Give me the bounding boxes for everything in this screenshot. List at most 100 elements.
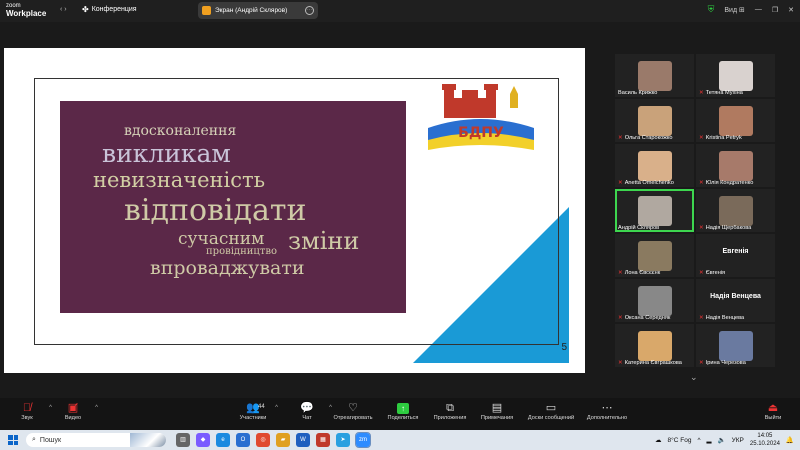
notes-button[interactable]: ▤ Примечания bbox=[470, 402, 524, 421]
date-text: 25.10.2024 bbox=[749, 441, 780, 447]
boards-button[interactable]: ▭ Доски сообщений bbox=[518, 402, 584, 421]
clock[interactable]: 14:05 25.10.2024 bbox=[750, 432, 780, 448]
participant-video bbox=[637, 286, 672, 316]
share-icon bbox=[202, 6, 211, 15]
participant-tile[interactable]: ✕ Оксана Середняк bbox=[615, 279, 694, 322]
mic-muted-icon: ✕ bbox=[699, 360, 704, 366]
conference-button[interactable]: ✤ Конференция bbox=[82, 5, 137, 14]
volume-icon[interactable]: 🔈 bbox=[718, 436, 726, 444]
screen-share-indicator[interactable]: Экран (Андрій Скляров) ··· bbox=[198, 2, 318, 19]
participant-name-text: Надія Венцева bbox=[705, 315, 745, 321]
mic-muted-icon: ✕ bbox=[699, 90, 704, 96]
more-button[interactable]: ⋯ Дополнительно bbox=[580, 402, 634, 421]
mic-muted-icon: ✕ bbox=[699, 135, 704, 141]
participant-tile[interactable]: ✕ Тетяна Мухіна bbox=[696, 54, 775, 97]
university-crest-logo: БДПУ bbox=[428, 84, 534, 150]
conference-label: Конференция bbox=[91, 6, 137, 13]
telegram-icon[interactable]: ➤ bbox=[336, 433, 350, 447]
chevron-left-icon[interactable]: ‹ › bbox=[60, 6, 67, 13]
participant-tile[interactable]: Андрій Скляров bbox=[615, 189, 694, 232]
taskbar-search[interactable]: ⌕ Пошук bbox=[26, 433, 166, 447]
participant-gallery: Василь Крижко ✕ Тетяна Мухіна ✕ Ольга Старок… bbox=[615, 54, 776, 370]
apps-label: Приложения bbox=[433, 415, 467, 421]
participant-tile[interactable]: ✕ Anetta Omelchenko bbox=[615, 144, 694, 187]
participant-video bbox=[718, 151, 753, 181]
caret-up-icon[interactable]: ^ bbox=[275, 405, 278, 411]
participant-name: ✕ Катерина Євграшкова bbox=[618, 360, 692, 366]
word: провідництво bbox=[206, 246, 278, 257]
shield-icon[interactable]: ⛨ bbox=[708, 4, 715, 15]
participant-name-text: Anetta Omelchenko bbox=[624, 180, 674, 186]
apps-button[interactable]: ⧉ Приложения bbox=[423, 402, 477, 421]
more-label: Дополнительно bbox=[586, 415, 628, 421]
language-indicator[interactable]: УКР bbox=[732, 437, 744, 444]
participant-tile[interactable]: ✕ Ірина Черезова bbox=[696, 324, 775, 367]
participants-button[interactable]: 👥 44 Участники ^ bbox=[226, 402, 280, 421]
restore-icon[interactable]: ❐ bbox=[772, 6, 778, 14]
participant-tile[interactable]: ✕ Ольга Старокожко bbox=[615, 99, 694, 142]
minimize-icon[interactable]: — bbox=[755, 6, 762, 13]
participant-tile[interactable]: Евгенія ✕ Євгенія bbox=[696, 234, 775, 277]
participants-label: Участники bbox=[239, 415, 267, 421]
window-controls: ⛨ Вид ⊞ — ❐ ✕ bbox=[708, 4, 794, 15]
participant-name: ✕ Євгенія bbox=[699, 270, 773, 276]
participant-name: ✕ Kristina Petryk bbox=[699, 135, 773, 141]
participant-video bbox=[718, 196, 753, 226]
tray-chevron-icon[interactable]: ^ bbox=[697, 437, 700, 444]
mic-muted-icon: ✕ bbox=[699, 225, 704, 231]
copilot-icon[interactable]: ◆ bbox=[196, 433, 210, 447]
participant-tile[interactable]: ✕ Kristina Petryk bbox=[696, 99, 775, 142]
weather-text[interactable]: 8°C Fog bbox=[668, 437, 692, 444]
windows-start-icon[interactable] bbox=[8, 435, 18, 445]
video-label: Видео bbox=[64, 415, 82, 421]
view-button[interactable]: Вид ⊞ bbox=[724, 6, 744, 14]
boards-label: Доски сообщений bbox=[527, 415, 575, 421]
participant-name: ✕ Оксана Середняк bbox=[618, 315, 692, 321]
participant-name: Андрій Скляров bbox=[618, 225, 692, 231]
share-arrow-icon: ↑ bbox=[397, 403, 409, 414]
participant-name: ✕ Лона Євсєєнк bbox=[618, 270, 692, 276]
zoom-taskbar-icon[interactable]: zm bbox=[355, 432, 371, 448]
word-icon[interactable]: W bbox=[296, 433, 310, 447]
participant-tile[interactable]: ✕ Надія Щербакова bbox=[696, 189, 775, 232]
folder-icon[interactable]: ▰ bbox=[276, 433, 290, 447]
participant-video bbox=[718, 106, 753, 136]
mic-muted-icon: ✕ bbox=[618, 180, 623, 186]
word: викликам bbox=[102, 139, 231, 168]
notification-icon[interactable]: 🔔 bbox=[786, 436, 794, 444]
more-icon[interactable]: ··· bbox=[305, 6, 314, 15]
word: вдосконалення bbox=[124, 123, 237, 139]
edge-icon[interactable]: e bbox=[216, 433, 230, 447]
outlook-icon[interactable]: O bbox=[236, 433, 250, 447]
react-button[interactable]: ♡ Отреагировать bbox=[326, 402, 380, 421]
store-icon[interactable]: ▦ bbox=[316, 433, 330, 447]
task-view-icon[interactable]: ▥ bbox=[176, 433, 190, 447]
close-icon[interactable]: ✕ bbox=[788, 6, 794, 14]
chevron-down-icon[interactable]: ⌄ bbox=[690, 372, 698, 383]
os-taskbar: ⌕ Пошук ▥ ◆ e O ◎ ▰ W ▦ ➤ zm ☁ 8°C Fog ^… bbox=[0, 430, 800, 450]
participant-name-text: Kristina Petryk bbox=[705, 135, 742, 141]
notes-label: Примечания bbox=[480, 415, 514, 421]
search-placeholder: Пошук bbox=[39, 436, 62, 444]
share-button[interactable]: ↑ Поделиться bbox=[376, 402, 430, 421]
video-button[interactable]: ▣̸ Видео ^ bbox=[46, 402, 100, 421]
meeting-toolbar: 🎙̸ Звук ^ ▣̸ Видео ^ 👥 44 Участники ^ 💬 … bbox=[0, 398, 800, 430]
participant-tile[interactable]: Василь Крижко bbox=[615, 54, 694, 97]
network-icon[interactable]: ▂ bbox=[707, 436, 712, 444]
participant-name-text: Ольга Старокожко bbox=[624, 135, 673, 141]
search-icon: ⌕ bbox=[32, 436, 36, 443]
participant-name: ✕ Anetta Omelchenko bbox=[618, 180, 692, 186]
participant-tile[interactable]: ✕ Лона Євсєєнк bbox=[615, 234, 694, 277]
mic-muted-icon: ✕ bbox=[699, 180, 704, 186]
participant-tile[interactable]: ✕ Юлія Кондратенко bbox=[696, 144, 775, 187]
chrome-icon[interactable]: ◎ bbox=[256, 433, 270, 447]
mic-muted-icon: ✕ bbox=[699, 315, 704, 321]
participant-tile[interactable]: ✕ Катерина Євграшкова bbox=[615, 324, 694, 367]
caret-up-icon[interactable]: ^ bbox=[95, 405, 98, 411]
leave-button[interactable]: ⏏ Выйти bbox=[748, 402, 798, 421]
mic-muted-icon: ✕ bbox=[618, 360, 623, 366]
participant-tile[interactable]: Надія Венцева ✕ Надія Венцева bbox=[696, 279, 775, 322]
participant-name: Василь Крижко bbox=[618, 90, 692, 96]
participant-video bbox=[637, 196, 672, 226]
slide-page-number: 5 bbox=[561, 342, 567, 353]
